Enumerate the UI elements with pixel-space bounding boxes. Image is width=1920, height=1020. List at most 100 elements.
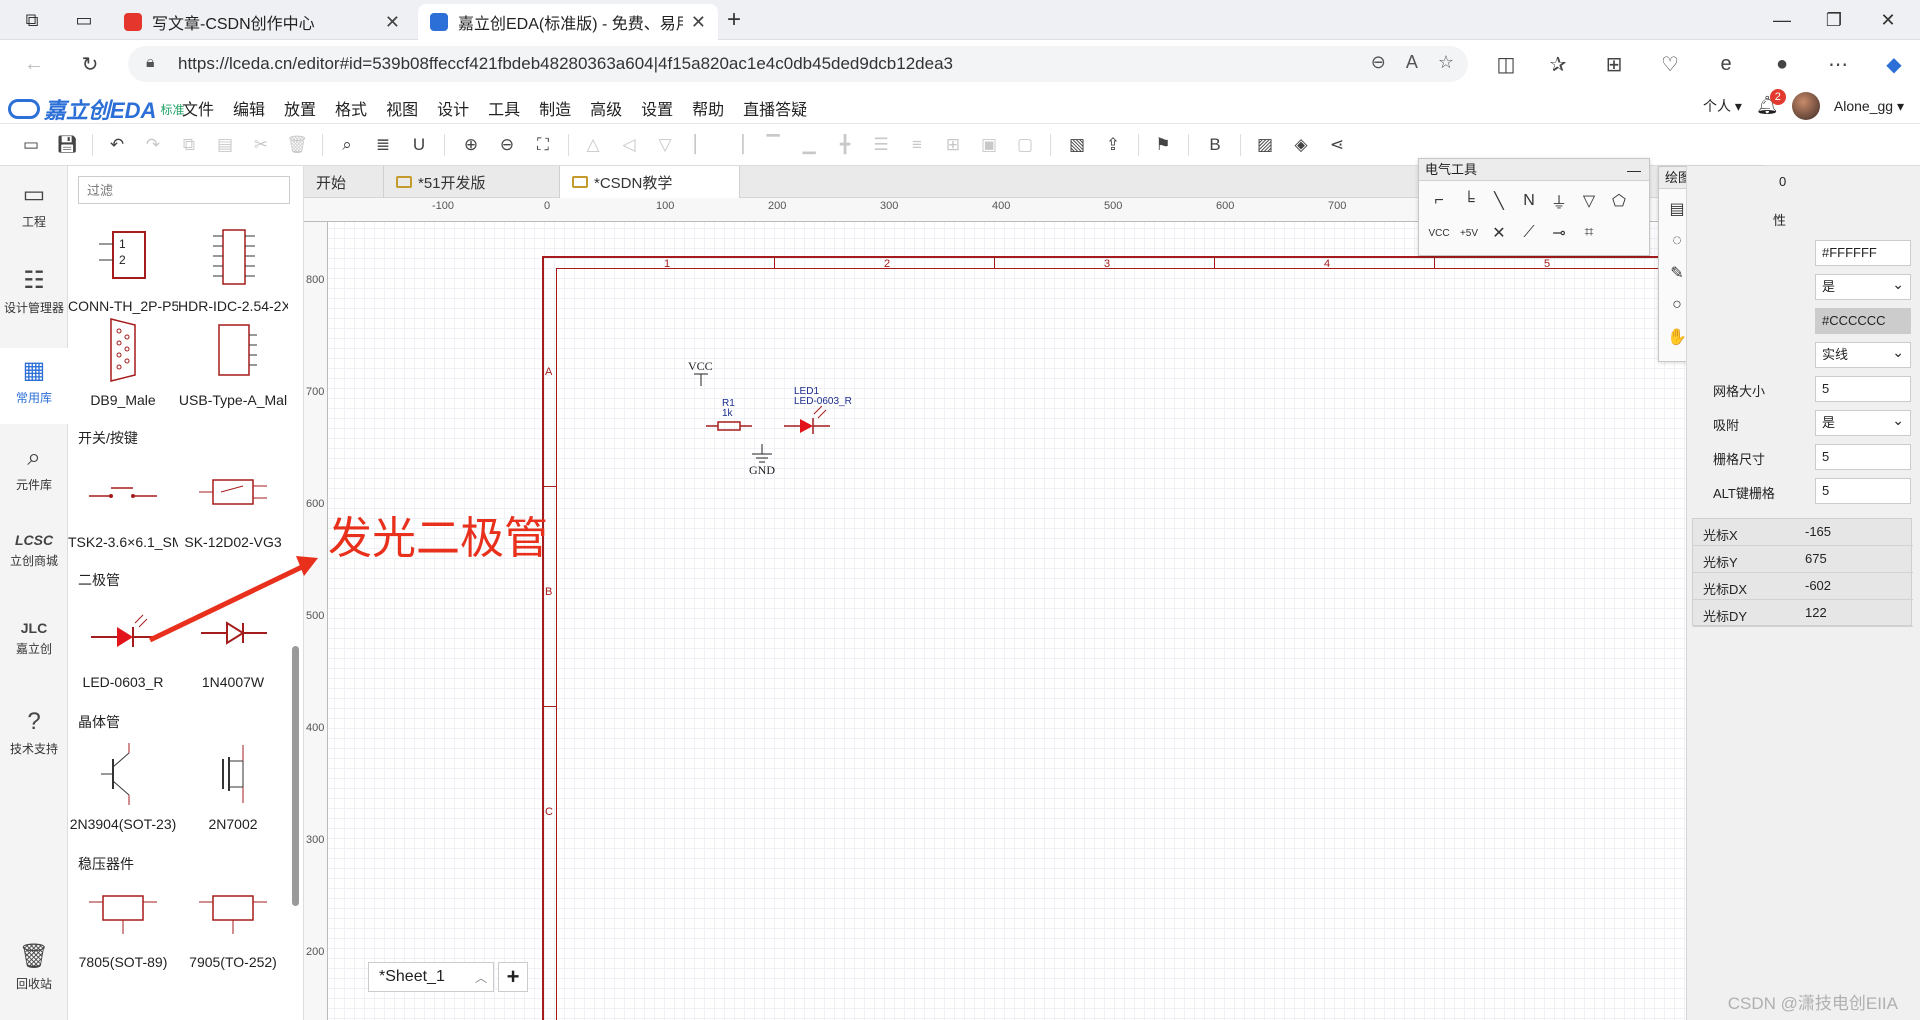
- browser-tab-lceda[interactable]: 嘉立创EDA(标准版) - 免费、易用 ✕: [418, 4, 718, 40]
- undo-icon[interactable]: ↶: [106, 134, 128, 156]
- lib-item[interactable]: 7905(TO-252): [178, 872, 288, 970]
- grid-align-icon[interactable]: ⊞: [942, 134, 964, 156]
- lib-item[interactable]: 7805(SOT-89): [68, 872, 178, 970]
- layers-icon[interactable]: ◈: [1290, 134, 1312, 156]
- profile-icon[interactable]: ●: [1768, 50, 1796, 78]
- menu-format[interactable]: 格式: [335, 96, 367, 120]
- cut-icon[interactable]: ✂: [250, 134, 272, 156]
- add-sheet-button[interactable]: +: [498, 962, 528, 992]
- align-bottom-icon[interactable]: ▁: [798, 134, 820, 156]
- probe-icon[interactable]: ⟋: [1517, 221, 1541, 245]
- bom-icon[interactable]: B: [1204, 134, 1226, 156]
- scroll-thumb[interactable]: [292, 646, 299, 906]
- read-aloud-icon[interactable]: A: [1406, 52, 1418, 73]
- copy-icon[interactable]: ⧉: [178, 134, 200, 156]
- workspaces-icon[interactable]: ⧉: [14, 6, 50, 34]
- lib-item[interactable]: USB-Type-A_Mal: [178, 310, 288, 408]
- performance-icon[interactable]: ♡: [1656, 50, 1684, 78]
- new-tab-button[interactable]: +: [716, 6, 752, 34]
- menu-advanced[interactable]: 高级: [590, 96, 622, 120]
- tab-51-board[interactable]: *51开发版: [384, 166, 560, 198]
- vcc-flag-icon[interactable]: VCC: [1427, 221, 1451, 245]
- align-right-icon[interactable]: ▕: [726, 134, 748, 156]
- menu-live-qa[interactable]: 直播答疑: [743, 96, 807, 120]
- wire-icon[interactable]: ⌐: [1427, 189, 1451, 213]
- bus-entry-icon[interactable]: ╲: [1487, 189, 1511, 213]
- lib-item[interactable]: 12 CONN-TH_2P-P5.: [68, 216, 178, 314]
- avatar[interactable]: [1791, 92, 1820, 120]
- menu-fabrication[interactable]: 制造: [539, 96, 571, 120]
- close-tab-icon[interactable]: ✕: [385, 12, 400, 33]
- lib-item[interactable]: 2N7002: [178, 734, 288, 832]
- rail-common-lib[interactable]: ▦ 常用库: [0, 348, 68, 424]
- find-icon[interactable]: ⌕: [336, 134, 358, 156]
- net-flag-icon[interactable]: ▽: [1577, 189, 1601, 213]
- grid-color-input[interactable]: #CCCCCC: [1815, 308, 1911, 334]
- net-label-icon[interactable]: N: [1517, 189, 1541, 213]
- align-left-icon[interactable]: ▏: [690, 134, 712, 156]
- menu-settings[interactable]: 设置: [641, 96, 673, 120]
- flip-h-icon[interactable]: ◁: [618, 134, 640, 156]
- pin-icon[interactable]: ⊸: [1547, 221, 1571, 245]
- menu-help[interactable]: 帮助: [692, 96, 724, 120]
- rail-support[interactable]: ? 技术支持: [0, 708, 68, 768]
- fit-view-icon[interactable]: ⛶: [532, 134, 554, 156]
- minimize-button[interactable]: —: [1764, 6, 1800, 34]
- lib-item[interactable]: 1N4007W: [178, 592, 288, 690]
- convert-pcb-icon[interactable]: ⇪: [1102, 134, 1124, 156]
- paste-icon[interactable]: ▤: [214, 134, 236, 156]
- favorite-star-icon[interactable]: ☆: [1438, 52, 1454, 73]
- user-menu[interactable]: Alone_gg ▾: [1834, 98, 1904, 115]
- chevron-up-icon[interactable]: ︿: [475, 969, 487, 986]
- flip-v-icon[interactable]: ▽: [654, 134, 676, 156]
- personal-menu[interactable]: 个人 ▾: [1703, 96, 1742, 116]
- reload-icon[interactable]: ↻: [76, 50, 104, 78]
- back-icon[interactable]: ←: [20, 50, 48, 78]
- rail-lcsc-mall[interactable]: LCSC 立创商城: [0, 532, 68, 592]
- electrical-tools-header[interactable]: 电气工具 —: [1419, 159, 1649, 181]
- split-screen-icon[interactable]: ◫: [1492, 50, 1520, 78]
- export-icon[interactable]: ▨: [1254, 134, 1276, 156]
- bell-icon[interactable]: 🔔︎ 2: [1756, 89, 1786, 117]
- browser-tab-csdn[interactable]: 写文章-CSDN创作中心 ✕: [112, 4, 412, 40]
- menu-view[interactable]: 视图: [386, 96, 418, 120]
- grid-visible-select[interactable]: 是: [1815, 272, 1911, 300]
- group-icon[interactable]: ▣: [978, 134, 1000, 156]
- image-export-icon[interactable]: ▧: [1066, 134, 1088, 156]
- save-icon[interactable]: 💾︎: [56, 134, 78, 156]
- snap-select[interactable]: 是: [1815, 408, 1911, 436]
- minimize-icon[interactable]: —: [1627, 159, 1641, 181]
- favorites-icon[interactable]: ✰: [1544, 50, 1572, 78]
- restore-button[interactable]: ❐: [1816, 6, 1852, 34]
- grid-style-select[interactable]: 实线: [1815, 340, 1911, 368]
- rail-recycle-bin[interactable]: 🗑︎ 回收站: [0, 942, 68, 1002]
- lib-item-led[interactable]: LED-0603_R: [68, 592, 178, 690]
- drc-icon[interactable]: ⚑: [1152, 134, 1174, 156]
- redo-icon[interactable]: ↷: [142, 134, 164, 156]
- menu-tools[interactable]: 工具: [488, 96, 520, 120]
- distribute-icon[interactable]: ☰: [870, 134, 892, 156]
- sheet-tab[interactable]: *Sheet_1 ︿: [368, 962, 494, 992]
- tab-start[interactable]: 开始: [304, 166, 384, 198]
- align-top-icon[interactable]: ▔: [762, 134, 784, 156]
- zoom-icon[interactable]: ⊖: [1371, 52, 1386, 73]
- ungroup-icon[interactable]: ▢: [1014, 134, 1036, 156]
- lib-item[interactable]: TSK2-3.6×6.1_SMD: [68, 452, 178, 550]
- open-icon[interactable]: ▭: [20, 134, 42, 156]
- alt-grid-input[interactable]: 5: [1815, 478, 1911, 504]
- annotate-icon[interactable]: U: [408, 134, 430, 156]
- more-icon[interactable]: ⋯: [1824, 50, 1852, 78]
- bg-color-input[interactable]: #FFFFFF: [1815, 240, 1911, 266]
- close-window-button[interactable]: ✕: [1870, 6, 1906, 34]
- tab-actions-icon[interactable]: ▭: [66, 6, 102, 34]
- address-bar[interactable]: 🔒︎ https://lceda.cn/editor#id=539b08ffec…: [128, 46, 1468, 82]
- net-port-icon[interactable]: ⬠: [1607, 189, 1631, 213]
- menu-place[interactable]: 放置: [284, 96, 316, 120]
- distribute-v-icon[interactable]: ≡: [906, 134, 928, 156]
- zoom-out-icon[interactable]: ⊖: [496, 134, 518, 156]
- copilot-icon[interactable]: ◆: [1880, 50, 1908, 78]
- component-icon[interactable]: ⌗: [1577, 221, 1601, 245]
- rotate-icon[interactable]: △: [582, 134, 604, 156]
- close-tab-icon[interactable]: ✕: [691, 12, 706, 33]
- rail-jlc[interactable]: JLC 嘉立创: [0, 620, 68, 680]
